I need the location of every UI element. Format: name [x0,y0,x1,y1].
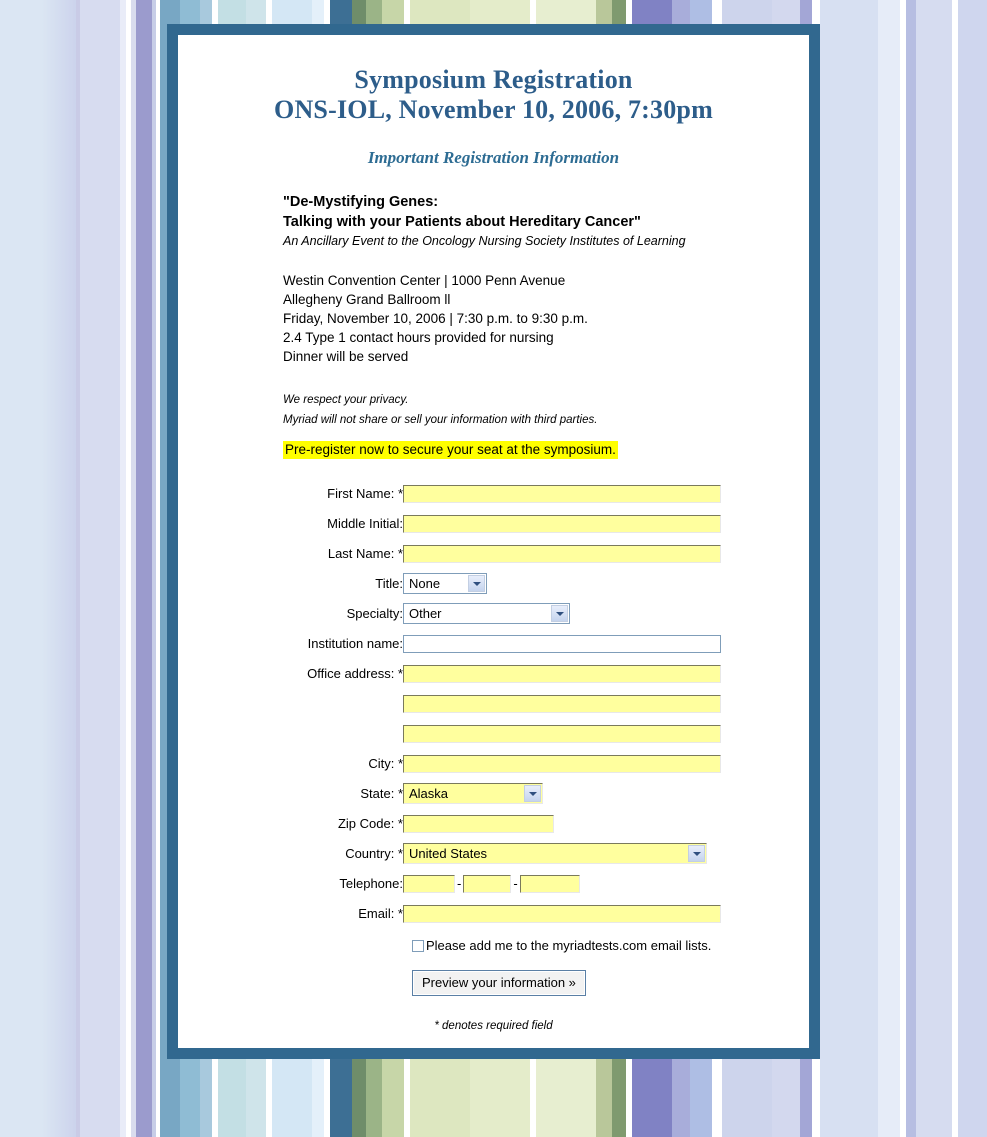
form-row-institution: Institution name: [283,629,721,659]
telephone-area-code-input[interactable] [403,875,455,893]
mailing-list-row: Please add me to the myriadtests.com ema… [178,937,809,954]
form-row-first-name: First Name: * [283,479,721,509]
registration-form: First Name: * Middle Initial: Last Name:… [178,479,809,929]
form-row-state: State: * Alaska [283,779,721,809]
form-row-title: Title: None [283,569,721,599]
registration-panel: Symposium Registration ONS-IOL, November… [167,24,820,1059]
form-table: First Name: * Middle Initial: Last Name:… [283,479,721,929]
office-address-spacer-2 [283,719,403,749]
form-row-email: Email: * [283,899,721,929]
chevron-down-icon[interactable] [468,575,485,593]
state-select[interactable]: Alaska [403,783,543,805]
form-row-city: City: * [283,749,721,779]
city-input[interactable] [403,754,721,773]
event-info-block: "De-Mystifying Genes: Talking with your … [178,192,809,459]
institution-input[interactable] [403,634,721,653]
institution-label: Institution name: [307,636,403,651]
telephone-line-number-input[interactable] [519,875,580,893]
title-select-value: None [409,576,441,592]
form-row-office-address-3 [283,719,721,749]
left-background-wash [0,0,76,1137]
office-address-line1-input[interactable] [403,664,721,683]
office-address-line3-input[interactable] [403,724,721,743]
event-details: Westin Convention Center | 1000 Penn Ave… [283,271,779,366]
event-detail-dinner: Dinner will be served [283,349,409,364]
email-input[interactable] [403,905,721,923]
first-name-input[interactable] [403,484,721,503]
event-detail-credits: 2.4 Type 1 contact hours provided for nu… [283,330,554,345]
state-select-value: Alaska [409,786,449,802]
prereg-highlight-text: Pre-register now to secure your seat at … [283,441,618,459]
privacy-statement: We respect your privacy. Myriad will not… [283,390,779,430]
office-address-line2-input[interactable] [403,694,721,713]
specialty-select[interactable]: Other [403,603,570,625]
page-title-line2: ONS-IOL, November 10, 2006, 7:30pm [274,95,713,124]
state-label: State: * [360,786,403,801]
form-row-zip: Zip Code: * [283,809,721,839]
page-background: Symposium Registration ONS-IOL, November… [0,0,987,1137]
privacy-line1: We respect your privacy. [283,394,409,406]
city-label: City: * [368,756,403,771]
form-row-middle-initial: Middle Initial: [283,509,721,539]
required-field-note: * denotes required field [434,1020,553,1033]
form-row-last-name: Last Name: * [283,539,721,569]
telephone-separator-1: - [457,876,462,891]
event-ancillary-note: An Ancillary Event to the Oncology Nursi… [283,234,686,248]
privacy-line2: Myriad will not share or sell your infor… [283,414,598,426]
title-select[interactable]: None [403,573,487,595]
event-detail-venue: Westin Convention Center | 1000 Penn Ave… [283,273,566,288]
chevron-down-icon[interactable] [551,605,568,623]
form-row-telephone: Telephone: - - [283,869,721,899]
specialty-select-value: Other [409,606,442,622]
page-subtitle: Important Registration Information [367,148,620,167]
mailing-list-label: Please add me to the myriadtests.com ema… [426,938,712,954]
zip-code-input[interactable] [403,814,554,833]
country-label: Country: * [345,846,403,861]
event-detail-room: Allegheny Grand Ballroom ll [283,292,451,307]
first-name-label: First Name: * [327,486,403,501]
specialty-label: Specialty: [346,606,403,621]
preview-information-button[interactable]: Preview your information » [412,970,586,997]
last-name-input[interactable] [403,544,721,563]
telephone-label: Telephone: [339,876,403,891]
country-select[interactable]: United States [403,843,707,865]
event-detail-datetime: Friday, November 10, 2006 | 7:30 p.m. to… [283,311,588,326]
prereg-wrapper: Pre-register now to secure your seat at … [283,430,779,459]
email-label: Email: * [358,906,403,922]
middle-initial-input[interactable] [403,514,721,533]
chevron-down-icon[interactable] [688,845,705,863]
event-name-line1: "De-Mystifying Genes: [283,194,439,210]
form-row-country: Country: * United States [283,839,721,869]
telephone-prefix-input[interactable] [463,875,512,893]
last-name-label: Last Name: * [327,546,403,561]
form-row-office-address-2 [283,689,721,719]
chevron-down-icon[interactable] [524,785,541,803]
page-title-line1: Symposium Registration [354,65,633,94]
event-name-line2: Talking with your Patients about Heredit… [283,214,641,230]
page-header: Symposium Registration ONS-IOL, November… [178,35,809,168]
submit-row: Preview your information » [178,970,809,997]
country-select-value: United States [409,846,488,862]
mailing-list-checkbox[interactable] [412,940,424,953]
form-row-specialty: Specialty: Other [283,599,721,629]
telephone-separator-2: - [513,876,518,891]
office-address-spacer-1 [283,689,403,719]
form-row-office-address-1: Office address: * [283,659,721,689]
title-label: Title: [375,576,403,591]
middle-initial-label: Middle Initial: [327,516,403,531]
office-address-label: Office address: * [307,666,403,681]
zip-label: Zip Code: * [337,816,403,831]
